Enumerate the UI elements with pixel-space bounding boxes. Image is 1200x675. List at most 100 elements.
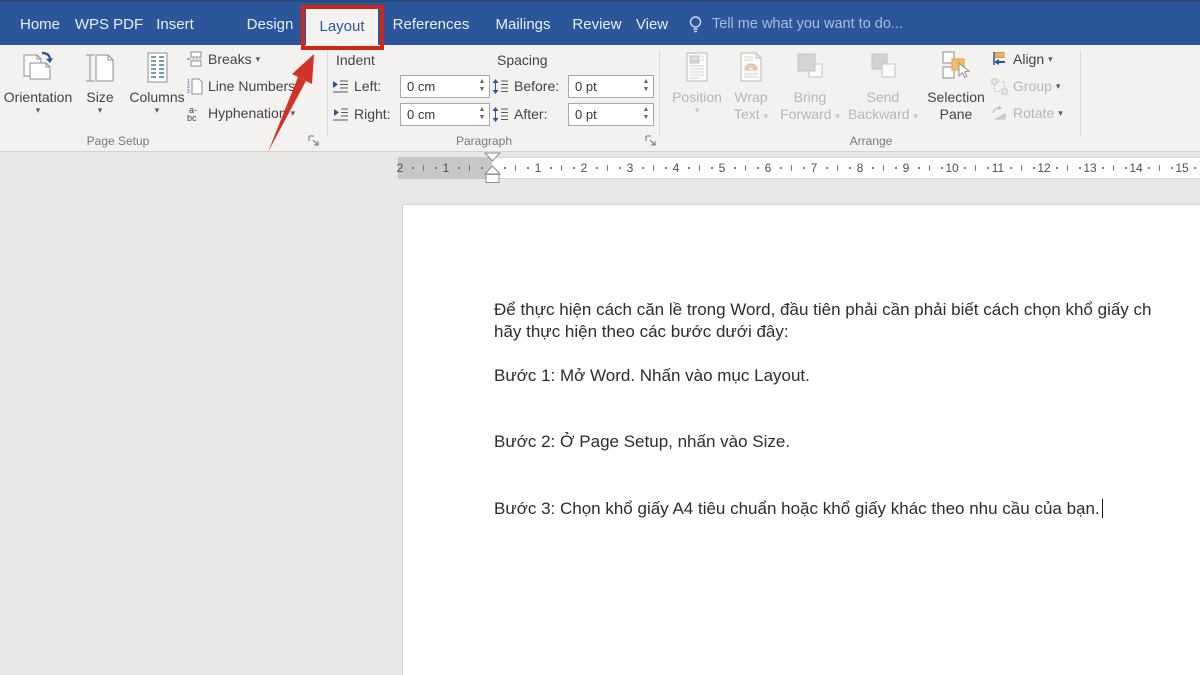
page-setup-dialog-launcher[interactable] — [308, 135, 322, 149]
ruler-number: 10 — [945, 157, 958, 179]
ruler-tick — [1056, 167, 1058, 169]
spin-up-icon[interactable]: ▲ — [639, 78, 653, 86]
ruler-tick — [527, 167, 529, 169]
bring-forward-icon — [792, 50, 828, 86]
ruler-tick — [757, 167, 759, 169]
ruler-number: 6 — [765, 157, 772, 179]
send-backward-button[interactable]: Send Backward ▾ — [844, 50, 922, 134]
tab-insert[interactable]: Insert — [156, 2, 194, 47]
breaks-icon — [186, 51, 203, 68]
horizontal-ruler: 21123456789101112131415 — [398, 157, 1200, 179]
ruler-tick — [653, 165, 654, 171]
indent-right-input[interactable]: 0 cm ▲▼ — [400, 103, 490, 126]
ruler-number: 9 — [903, 157, 910, 179]
ruler-tick — [665, 167, 667, 169]
svg-text:3: 3 — [187, 89, 190, 95]
line-numbers-button[interactable]: 1 2 3 Line Numbers ▾ — [186, 75, 304, 97]
chevron-down-icon: ▾ — [695, 106, 700, 115]
spin-down-icon[interactable]: ▼ — [475, 86, 489, 94]
indent-left-input[interactable]: 0 cm ▲▼ — [400, 75, 490, 98]
ruler-tick — [734, 167, 736, 169]
position-button[interactable]: Position ▾ — [670, 50, 724, 134]
spin-up-icon[interactable]: ▲ — [639, 106, 653, 114]
ruler-tick — [435, 167, 437, 169]
step-3-line: Bước 3: Chọn khổ giấy A4 tiêu chuẩn hoặc… — [494, 497, 1103, 520]
ruler-tick — [1102, 167, 1104, 169]
indent-right-icon — [332, 107, 349, 122]
tab-home[interactable]: Home — [20, 2, 60, 47]
ruler-number: 11 — [992, 157, 1004, 179]
rotate-icon — [991, 105, 1008, 122]
align-button[interactable]: Align ▾ — [991, 48, 1053, 70]
chevron-down-icon: ▾ — [764, 111, 769, 121]
svg-text:bc: bc — [187, 113, 197, 122]
ruler-tick — [1171, 167, 1173, 169]
chevron-down-icon: ▾ — [256, 55, 261, 64]
document-page[interactable]: Để thực hiện cách căn lề trong Word, đầu… — [402, 204, 1200, 675]
ruler-tick — [826, 167, 828, 169]
ruler-tick — [964, 167, 966, 169]
ruler-number: 14 — [1129, 157, 1142, 179]
spin-down-icon[interactable]: ▼ — [639, 86, 653, 94]
chevron-down-icon: ▾ — [291, 109, 296, 118]
group-button[interactable]: Group ▾ — [991, 75, 1060, 97]
chevron-down-icon: ▾ — [1048, 55, 1053, 64]
group-label-paragraph: Paragraph — [414, 134, 554, 148]
tab-wps-pdf[interactable]: WPS PDF — [75, 2, 143, 47]
ruler-number: 4 — [673, 157, 680, 179]
group-label-page-setup: Page Setup — [48, 134, 188, 148]
hyphenation-icon: a- bc — [186, 105, 203, 122]
step-1-line: Bước 1: Mở Word. Nhấn vào mục Layout. — [494, 364, 810, 387]
ruler-tick — [1148, 167, 1150, 169]
orientation-button[interactable]: Orientation ▾ — [6, 50, 70, 134]
selection-pane-button[interactable]: Selection Pane — [926, 50, 986, 134]
spin-up-icon[interactable]: ▲ — [475, 106, 489, 114]
group-separator — [327, 50, 328, 136]
lightbulb-icon — [688, 15, 703, 35]
line-numbers-icon: 1 2 3 — [186, 78, 203, 95]
tab-view[interactable]: View — [636, 2, 668, 47]
tab-references[interactable]: References — [393, 2, 470, 47]
ruler-tick — [872, 167, 874, 169]
ruler-tick — [688, 167, 690, 169]
bring-forward-button[interactable]: Bring Forward ▾ — [778, 50, 842, 134]
spacing-after-input[interactable]: 0 pt ▲▼ — [568, 103, 654, 126]
indent-markers[interactable] — [482, 150, 503, 187]
ruler-tick — [412, 167, 414, 169]
tab-layout[interactable]: Layout — [319, 9, 364, 45]
ruler-number: 1 — [443, 157, 450, 179]
spin-down-icon[interactable]: ▼ — [475, 114, 489, 122]
ruler-tick — [619, 167, 621, 169]
selection-pane-icon — [938, 50, 974, 86]
columns-icon — [139, 50, 175, 86]
tell-me-search[interactable]: Tell me what you want to do... — [712, 2, 903, 47]
rotate-button[interactable]: Rotate ▾ — [991, 102, 1063, 124]
tab-mailings[interactable]: Mailings — [495, 2, 550, 47]
ruler-number: 5 — [719, 157, 726, 179]
ruler-tick — [780, 167, 782, 169]
ruler-tick — [1159, 165, 1160, 171]
size-button[interactable]: Size ▾ — [76, 50, 124, 134]
tab-design[interactable]: Design — [247, 2, 294, 47]
spacing-before-input[interactable]: 0 pt ▲▼ — [568, 75, 654, 98]
indent-right-row: Right: 0 cm ▲▼ — [332, 102, 490, 126]
indent-section-label: Indent — [336, 52, 375, 68]
ruler-tick — [791, 165, 792, 171]
ruler-tick — [1067, 165, 1068, 171]
indent-left-label: Left: — [354, 78, 394, 94]
breaks-button[interactable]: Breaks ▾ — [186, 48, 260, 70]
hyphenation-button[interactable]: a- bc Hyphenation ▾ — [186, 102, 295, 124]
ruler-tick — [1033, 167, 1035, 169]
ruler-tick — [1194, 167, 1196, 169]
ruler-tick — [987, 167, 989, 169]
ruler-tick — [607, 165, 608, 171]
paragraph-dialog-launcher[interactable] — [645, 135, 659, 149]
tab-review[interactable]: Review — [572, 2, 621, 47]
spin-up-icon[interactable]: ▲ — [475, 78, 489, 86]
wrap-text-button[interactable]: Wrap Text ▾ — [726, 50, 776, 134]
ruler-tick — [642, 167, 644, 169]
spin-down-icon[interactable]: ▼ — [639, 114, 653, 122]
ruler-tick — [1079, 167, 1081, 169]
columns-button[interactable]: Columns ▾ — [128, 50, 186, 134]
ruler-tick — [469, 165, 470, 171]
